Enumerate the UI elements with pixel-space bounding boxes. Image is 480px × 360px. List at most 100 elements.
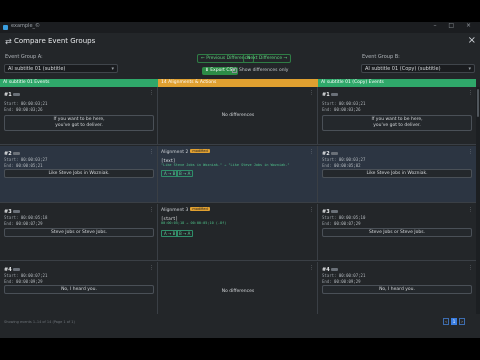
start-time: Start: 00:00:07;21	[4, 273, 48, 278]
more-icon[interactable]: ⋮	[309, 207, 314, 213]
start-time: Start: 00:00:03;21	[322, 101, 366, 106]
start-time: Start: 00:00:03;21	[4, 101, 48, 106]
event-a-cell[interactable]: #2 ⋮ Start: 00:00:03;27 End: 00:00:05;21…	[0, 146, 158, 202]
no-differences-label: No differences	[221, 289, 255, 294]
start-time: Start: 00:00:07;21	[322, 273, 366, 278]
no-differences-label: No differences	[221, 113, 255, 118]
apply-b-to-a-button[interactable]: B → A	[176, 170, 194, 177]
event-a-cell[interactable]: #1 ⋮ Start: 00:00:03;21 End: 00:00:03;26…	[0, 87, 158, 144]
event-number: #1	[4, 92, 12, 98]
group-b-value: AI subtitle 01 (Copy) (subtitle)	[365, 66, 441, 72]
event-text[interactable]: No, I heard you.	[322, 285, 472, 294]
window-title: example_©	[11, 23, 41, 29]
end-time: End: 00:00:07;29	[322, 221, 361, 226]
group-b-select[interactable]: AI subtitle 01 (Copy) (subtitle) ▾	[361, 64, 475, 73]
column-header-a: AI subtitle 01 Events	[0, 79, 158, 87]
event-b-cell[interactable]: #2 ⋮ Start: 00:00:03;27 End: 00:00:05;02…	[318, 146, 476, 202]
next-difference-button[interactable]: Next Difference →	[243, 54, 292, 63]
modified-badge: modified	[190, 207, 210, 211]
more-icon[interactable]: ⋮	[149, 90, 154, 96]
alignment-cell: Alignment 3 modified ⋮ [start] 00:00:05;1…	[158, 204, 318, 260]
chevron-down-icon: ▾	[111, 66, 114, 72]
close-icon[interactable]: ×	[468, 35, 476, 46]
alignment-change: 00:00:05;18 → 00:00:05;10 (-8f)	[161, 221, 227, 225]
event-b-cell[interactable]: #3 ⋮ Start: 00:00:05;10 End: 00:00:07;29…	[318, 204, 476, 260]
event-b-cell[interactable]: #4 ⋮ Start: 00:00:07;21 End: 00:00:09;29…	[318, 262, 476, 314]
event-text[interactable]: Like Steve Jobs in Wozniak.	[322, 169, 472, 178]
table-row: #3 ⋮ Start: 00:00:05;18 End: 00:00:07;29…	[0, 204, 476, 261]
end-time: End: 00:00:09;29	[4, 279, 43, 284]
group-a-label: Event Group A:	[5, 54, 43, 60]
end-time: End: 00:00:05;02	[322, 163, 361, 168]
group-a-select[interactable]: AI subtitle 01 (subtitle) ▾	[4, 64, 118, 73]
compare-window: example_© – □ × ⇄ Compare Event Groups ×…	[0, 22, 480, 338]
more-icon[interactable]: ⋮	[309, 90, 314, 96]
more-icon[interactable]: ⋮	[149, 207, 154, 213]
event-tag	[13, 210, 20, 213]
column-header-b: AI subtitle 01 (Copy) Events	[318, 79, 476, 87]
vertical-scrollbar[interactable]	[476, 87, 480, 314]
alignment-title: Alignment 3 modified	[161, 207, 210, 213]
dialog-title: Compare Event Groups	[14, 37, 96, 45]
event-text[interactable]: If you want to be here, you've got to de…	[4, 115, 154, 131]
event-tag	[331, 93, 338, 96]
chevron-down-icon: ▾	[468, 66, 471, 72]
event-a-cell[interactable]: #3 ⋮ Start: 00:00:05;18 End: 00:00:07;29…	[0, 204, 158, 260]
event-a-cell[interactable]: #4 ⋮ Start: 00:00:07;21 End: 00:00:09;29…	[0, 262, 158, 314]
window-controls[interactable]: – □ ×	[433, 22, 476, 29]
start-time: Start: 00:00:03;27	[4, 157, 48, 162]
table-row: #4 ⋮ Start: 00:00:07;21 End: 00:00:09;29…	[0, 262, 476, 314]
group-a-value: AI subtitle 01 (subtitle)	[8, 66, 66, 72]
next-page-button[interactable]: ›	[459, 318, 465, 325]
scrollbar-thumb[interactable]	[477, 89, 479, 117]
alignment-cell: ⋮ No differences	[158, 87, 318, 144]
end-time: End: 00:00:05;21	[4, 163, 43, 168]
event-text[interactable]: No, I heard you.	[4, 285, 154, 294]
more-icon[interactable]: ⋮	[468, 265, 473, 271]
more-icon[interactable]: ⋮	[468, 149, 473, 155]
column-header-alignments: 14 Alignments & Actions	[158, 79, 318, 87]
start-time: Start: 00:00:05;18	[4, 215, 48, 220]
more-icon[interactable]: ⋮	[468, 90, 473, 96]
more-icon[interactable]: ⋮	[309, 149, 314, 155]
more-icon[interactable]: ⋮	[468, 207, 473, 213]
modified-badge: modified	[190, 149, 210, 153]
show-differences-label: Show differences only	[239, 68, 289, 73]
group-b-label: Event Group B:	[362, 54, 400, 60]
more-icon[interactable]: ⋮	[309, 265, 314, 271]
previous-page-button[interactable]: ‹	[443, 318, 449, 325]
table-row: #1 ⋮ Start: 00:00:03;21 End: 00:00:03;26…	[0, 87, 476, 145]
event-tag	[13, 152, 20, 155]
pagination-summary: Showing events 1–14 of 14 (Page 1 of 1)	[4, 320, 75, 324]
event-tag	[331, 210, 338, 213]
event-number: #1	[322, 92, 330, 98]
alignment-title: Alignment 2 modified	[161, 149, 210, 155]
end-time: End: 00:00:07;29	[4, 221, 43, 226]
alignment-change: "Like Steve Jobs in Wozniak." → "Like St…	[161, 163, 290, 167]
apply-b-to-a-button[interactable]: B → A	[176, 230, 194, 237]
end-time: End: 00:00:09;29	[322, 279, 361, 284]
more-icon[interactable]: ⋮	[149, 265, 154, 271]
event-tag	[331, 152, 338, 155]
page-1-button[interactable]: 1	[451, 318, 457, 325]
event-tag	[13, 93, 20, 96]
event-b-cell[interactable]: #1 ⋮ Start: 00:00:03;21 End: 00:00:03;26…	[318, 87, 476, 144]
end-time: End: 00:00:03;26	[322, 107, 361, 112]
end-time: End: 00:00:03;26	[4, 107, 43, 112]
window-titlebar: example_© – □ ×	[0, 22, 480, 33]
show-differences-checkbox[interactable]	[232, 68, 237, 73]
table-row: #2 ⋮ Start: 00:00:03;27 End: 00:00:05;21…	[0, 146, 476, 203]
alignment-cell: ⋮ No differences	[158, 262, 318, 314]
event-text[interactable]: If you want to be here, you've got to de…	[322, 115, 472, 131]
event-tag	[331, 268, 338, 271]
compare-icon: ⇄	[5, 37, 12, 46]
event-tag	[13, 268, 20, 271]
event-text[interactable]: Like Steve Jobs in Wozniak.	[4, 169, 154, 178]
event-text[interactable]: Steve Jobs or Steve Jobs.	[4, 228, 154, 237]
app-icon	[3, 25, 8, 30]
text-line: you've got to deliver.	[373, 123, 421, 128]
more-icon[interactable]: ⋮	[149, 149, 154, 155]
event-text[interactable]: Steve Jobs or Steve Jobs.	[322, 228, 472, 237]
text-line: you've got to deliver.	[55, 123, 103, 128]
start-time: Start: 00:00:05;10	[322, 215, 366, 220]
